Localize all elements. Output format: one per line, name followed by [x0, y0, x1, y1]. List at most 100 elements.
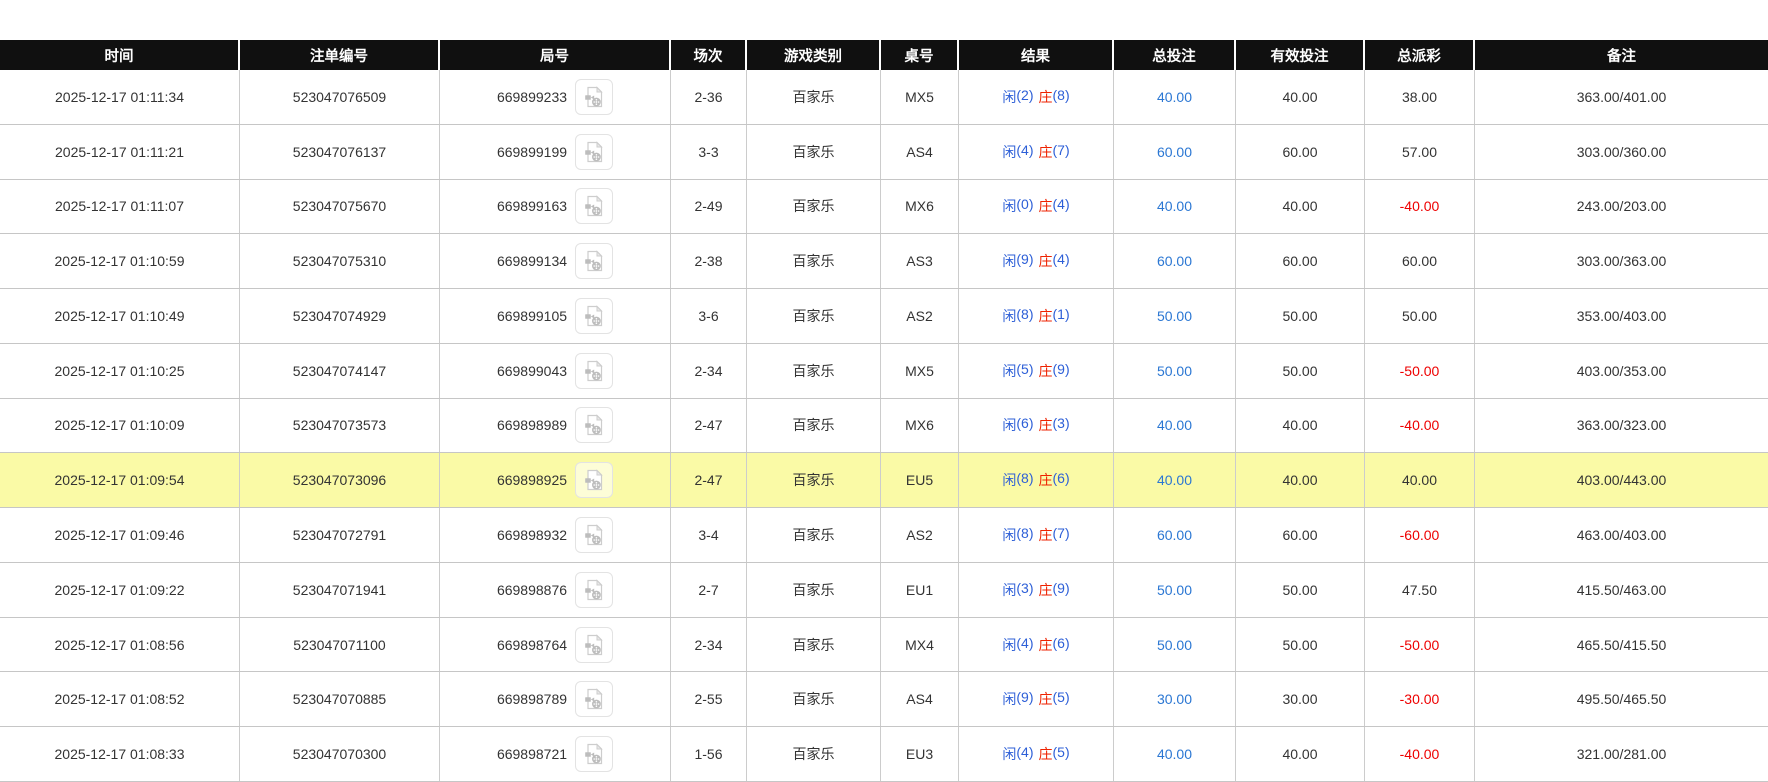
cell-round-number: 669899105 — [440, 289, 671, 343]
cell-total-payout: -60.00 — [1365, 508, 1475, 562]
result-text: 闲 (9) 庄 (4) — [1002, 251, 1069, 271]
cell-table-number: MX4 — [881, 617, 959, 672]
table-row[interactable]: 2025-12-17 01:09:46 523047072791 6698989… — [0, 508, 1768, 563]
cell-game-type: 百家乐 — [747, 343, 881, 398]
table-row[interactable]: 2025-12-17 01:11:21 523047076137 6698991… — [0, 124, 1768, 180]
total-bet-link[interactable]: 40.00 — [1157, 89, 1192, 105]
result-player-label: 闲 — [1002, 472, 1017, 489]
cell-remark: 353.00/403.00 — [1475, 289, 1768, 343]
result-player-label: 闲 — [1002, 307, 1017, 324]
result-player-label: 闲 — [1002, 691, 1017, 708]
cell-result: 闲 (4) 庄 (7) — [959, 124, 1114, 179]
cell-session: 3-4 — [671, 508, 747, 562]
total-bet-link[interactable]: 50.00 — [1157, 582, 1192, 598]
cell-valid-bet: 40.00 — [1236, 398, 1365, 453]
time-text: 2025-12-17 01:09:46 — [54, 527, 185, 543]
total-bet-link[interactable]: 40.00 — [1157, 417, 1192, 433]
cell-time: 2025-12-17 01:11:21 — [0, 124, 240, 179]
table-number-text: MX6 — [905, 417, 934, 434]
cell-bet-number: 523047070885 — [240, 672, 440, 727]
video-replay-icon — [585, 469, 603, 491]
remark-text: 303.00/360.00 — [1576, 143, 1667, 160]
session-text: 2-34 — [694, 362, 723, 379]
result-banker-label: 庄 — [1038, 581, 1053, 598]
video-replay-button[interactable] — [575, 78, 614, 115]
total-bet-link[interactable]: 40.00 — [1157, 198, 1192, 214]
table-row[interactable]: 2025-12-17 01:10:09 523047073573 6698989… — [0, 398, 1768, 454]
video-replay-button[interactable] — [575, 352, 614, 389]
total-payout-text: -40.00 — [1399, 198, 1440, 215]
result-player-label: 闲 — [1002, 527, 1017, 543]
video-replay-button[interactable] — [575, 571, 614, 608]
column-header-session: 场次 — [671, 40, 747, 70]
table-row[interactable]: 2025-12-17 01:08:56 523047071100 6698987… — [0, 617, 1768, 673]
video-replay-button[interactable] — [575, 297, 614, 334]
cell-bet-number: 523047075310 — [240, 234, 440, 289]
table-body: 2025-12-17 01:11:34 523047076509 6698992… — [0, 70, 1768, 782]
table-number-text: MX4 — [905, 636, 934, 653]
table-row[interactable]: 2025-12-17 01:09:54 523047073096 6698989… — [0, 453, 1768, 509]
table-row[interactable]: 2025-12-17 01:08:33 523047070300 6698987… — [0, 727, 1768, 782]
table-row[interactable]: 2025-12-17 01:11:07 523047075670 6698991… — [0, 179, 1768, 235]
cell-remark: 463.00/403.00 — [1475, 508, 1768, 562]
cell-table-number: AS4 — [881, 124, 959, 179]
session-text: 1-56 — [694, 746, 723, 763]
cell-game-type: 百家乐 — [747, 289, 881, 343]
cell-total-payout: 60.00 — [1365, 234, 1475, 289]
cell-total-bet: 30.00 — [1114, 672, 1236, 727]
video-replay-button[interactable] — [575, 243, 614, 280]
cell-valid-bet: 40.00 — [1236, 453, 1365, 508]
table-row[interactable]: 2025-12-17 01:10:59 523047075310 6698991… — [0, 234, 1768, 290]
cell-bet-number: 523047076137 — [240, 124, 440, 179]
total-bet-link[interactable]: 40.00 — [1157, 746, 1192, 762]
time-text: 2025-12-17 01:11:34 — [55, 88, 184, 105]
video-replay-button[interactable] — [575, 626, 614, 663]
table-row[interactable]: 2025-12-17 01:10:49 523047074929 6698991… — [0, 289, 1768, 344]
cell-time: 2025-12-17 01:08:52 — [0, 672, 240, 727]
video-replay-button[interactable] — [575, 517, 614, 553]
cell-game-type: 百家乐 — [747, 508, 881, 562]
cell-game-type: 百家乐 — [747, 672, 881, 727]
cell-total-bet: 40.00 — [1114, 70, 1236, 124]
video-replay-button[interactable] — [575, 736, 614, 773]
video-replay-button[interactable] — [575, 133, 614, 170]
table-number-text: MX5 — [905, 88, 934, 105]
video-replay-button[interactable] — [575, 462, 614, 499]
cell-result: 闲 (9) 庄 (5) — [959, 672, 1114, 727]
cell-remark: 403.00/443.00 — [1475, 453, 1768, 507]
video-replay-button[interactable] — [575, 681, 614, 718]
table-row[interactable]: 2025-12-17 01:10:25 523047074147 6698990… — [0, 343, 1768, 399]
cell-session: 3-6 — [671, 289, 747, 343]
session-text: 3-4 — [698, 527, 719, 543]
video-replay-button[interactable] — [575, 407, 614, 444]
table-row[interactable]: 2025-12-17 01:08:52 523047070885 6698987… — [0, 672, 1768, 728]
table-row[interactable]: 2025-12-17 01:09:22 523047071941 6698988… — [0, 562, 1768, 618]
cell-table-number: MX5 — [881, 70, 959, 124]
result-banker-label: 庄 — [1038, 472, 1053, 489]
session-text: 3-3 — [698, 143, 719, 160]
total-bet-link[interactable]: 50.00 — [1157, 363, 1192, 379]
cell-game-type: 百家乐 — [747, 398, 881, 453]
cell-total-payout: -40.00 — [1365, 727, 1475, 781]
cell-time: 2025-12-17 01:09:46 — [0, 508, 240, 562]
table-number-text: EU1 — [905, 581, 934, 598]
game-type-text: 百家乐 — [792, 417, 835, 434]
video-replay-button[interactable] — [575, 188, 614, 225]
total-bet-link[interactable]: 40.00 — [1157, 472, 1192, 488]
total-bet-link[interactable]: 60.00 — [1157, 144, 1192, 160]
table-number-text: EU5 — [905, 472, 934, 489]
result-text: 闲 (4) 庄 (7) — [1002, 142, 1069, 162]
total-bet-link[interactable]: 50.00 — [1157, 637, 1192, 653]
total-bet-link[interactable]: 30.00 — [1157, 691, 1192, 707]
cell-round-number: 669898989 — [440, 398, 671, 453]
remark-text: 303.00/363.00 — [1576, 253, 1667, 270]
total-bet-link[interactable]: 60.00 — [1157, 527, 1192, 543]
column-header-table_no: 桌号 — [881, 40, 959, 70]
game-type-text: 百家乐 — [792, 472, 835, 489]
cell-time: 2025-12-17 01:09:22 — [0, 562, 240, 617]
cell-remark: 363.00/323.00 — [1475, 399, 1768, 453]
total-bet-link[interactable]: 50.00 — [1157, 308, 1192, 324]
result-text: 闲 (5) 庄 (9) — [1002, 361, 1069, 381]
total-bet-link[interactable]: 60.00 — [1157, 253, 1192, 269]
table-row[interactable]: 2025-12-17 01:11:34 523047076509 6698992… — [0, 70, 1768, 125]
